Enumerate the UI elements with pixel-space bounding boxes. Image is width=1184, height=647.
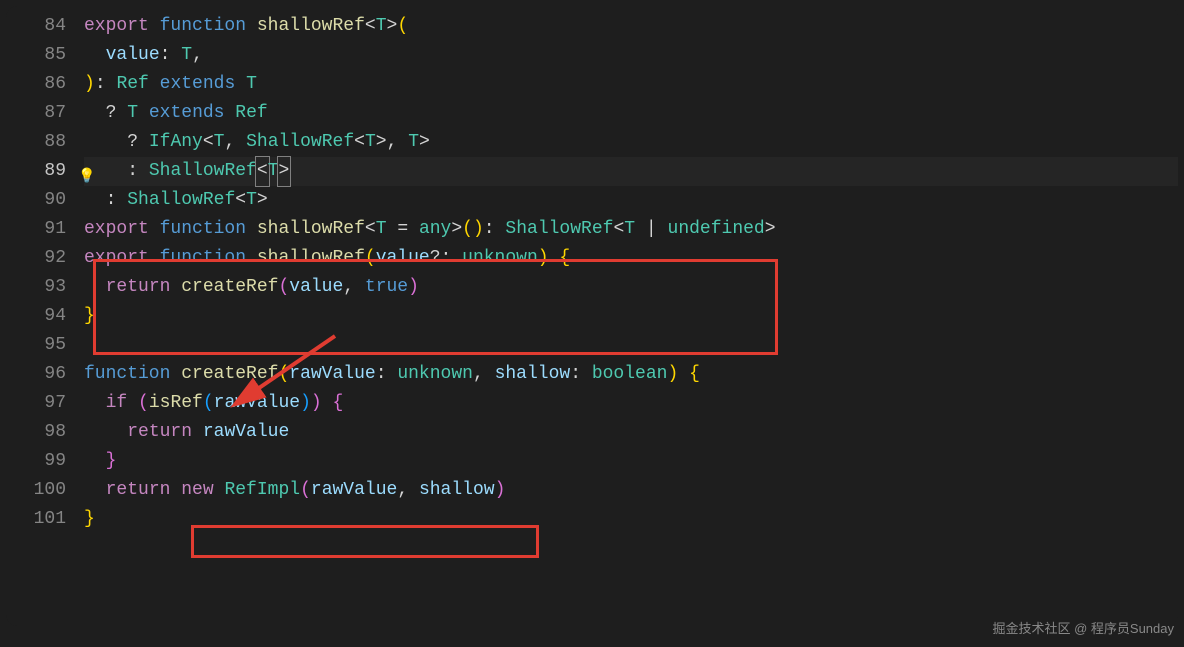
line-number: 101 <box>6 505 66 534</box>
code-line[interactable]: : ShallowRef<T> <box>84 186 1178 215</box>
line-number: 95 <box>6 331 66 360</box>
code-line[interactable]: export function shallowRef(value?: unkno… <box>84 244 1178 273</box>
code-line[interactable]: } <box>84 302 1178 331</box>
code-line[interactable]: ? IfAny<T, ShallowRef<T>, T> <box>84 128 1178 157</box>
code-line[interactable]: value: T, <box>84 41 1178 70</box>
line-number: 84 <box>6 12 66 41</box>
code-line[interactable]: ): Ref extends T <box>84 70 1178 99</box>
line-number: 94 <box>6 302 66 331</box>
watermark-text: 掘金技术社区 @ 程序员Sunday <box>992 614 1174 643</box>
line-number: 89 <box>6 157 66 186</box>
code-line[interactable]: } <box>84 447 1178 476</box>
code-line[interactable]: return new RefImpl(rawValue, shallow) <box>84 476 1178 505</box>
code-line[interactable]: return createRef(value, true) <box>84 273 1178 302</box>
code-editor[interactable]: 84 85 86 87 88 89 90 91 92 93 94 95 96 9… <box>6 6 1178 626</box>
code-line[interactable]: export function shallowRef<T>( <box>84 12 1178 41</box>
code-line[interactable]: export function shallowRef<T = any>(): S… <box>84 215 1178 244</box>
line-number: 85 <box>6 41 66 70</box>
line-number: 86 <box>6 70 66 99</box>
line-number: 97 <box>6 389 66 418</box>
line-number: 93 <box>6 273 66 302</box>
line-number: 96 <box>6 360 66 389</box>
code-line[interactable]: function createRef(rawValue: unknown, sh… <box>84 360 1178 389</box>
lightbulb-icon[interactable]: 💡 <box>78 163 95 192</box>
line-number: 98 <box>6 418 66 447</box>
line-number: 90 <box>6 186 66 215</box>
code-line[interactable]: } <box>84 505 1178 534</box>
code-line[interactable]: return rawValue <box>84 418 1178 447</box>
line-number: 88 <box>6 128 66 157</box>
line-number: 91 <box>6 215 66 244</box>
line-number: 100 <box>6 476 66 505</box>
code-line[interactable]: : ShallowRef<T> <box>84 157 1178 186</box>
code-line[interactable]: ? T extends Ref <box>84 99 1178 128</box>
code-area[interactable]: export function shallowRef<T>( value: T,… <box>84 6 1178 626</box>
line-number: 87 <box>6 99 66 128</box>
code-line[interactable]: if (isRef(rawValue)) { <box>84 389 1178 418</box>
line-number-gutter: 84 85 86 87 88 89 90 91 92 93 94 95 96 9… <box>6 6 84 626</box>
line-number: 92 <box>6 244 66 273</box>
code-line[interactable] <box>84 331 1178 360</box>
line-number: 99 <box>6 447 66 476</box>
